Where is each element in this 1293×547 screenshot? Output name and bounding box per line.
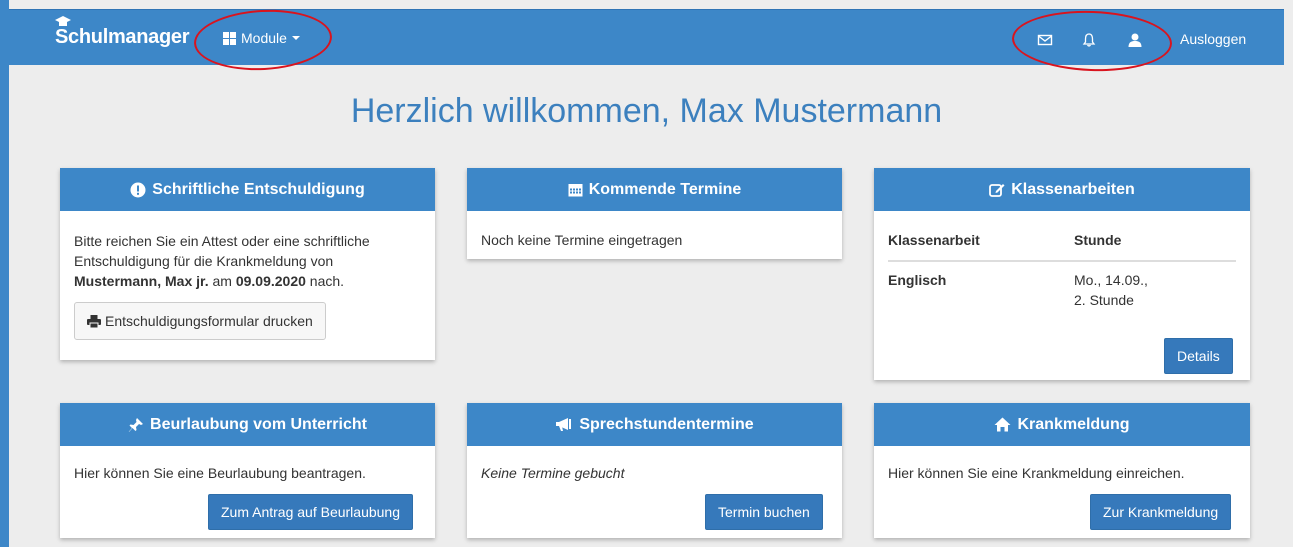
left-border [0, 0, 9, 547]
print-form-button[interactable]: Entschuldigungsformular drucken [74, 302, 326, 340]
card-body: Hier können Sie eine Krankmeldung einrei… [874, 446, 1250, 498]
bell-icon[interactable] [1081, 32, 1097, 48]
module-label: Module [241, 30, 287, 46]
megaphone-icon [556, 418, 572, 431]
card-klassenarbeiten: Klassenarbeiten Klassenarbeit Stunde Eng… [874, 168, 1250, 380]
top-navbar: Schulmanager Module Ausloggen [9, 9, 1284, 65]
table-row: Englisch Mo., 14.09., 2. Stunde [888, 261, 1236, 318]
card-title: Beurlaubung vom Unterricht [150, 415, 367, 433]
exam-time: Mo., 14.09., 2. Stunde [1074, 261, 1236, 318]
card-header: Beurlaubung vom Unterricht [60, 403, 435, 446]
card-title: Sprechstundentermine [579, 415, 754, 433]
exam-lesson: 2. Stunde [1074, 292, 1134, 308]
grid-icon [223, 31, 236, 45]
card-title: Krankmeldung [1017, 415, 1130, 433]
card-title: Schriftliche Entschuldigung [152, 180, 365, 198]
edit-icon [989, 183, 1005, 197]
entschuldigung-text-1: Bitte reichen Sie ein Attest oder eine s… [74, 233, 370, 269]
caret-down-icon [291, 36, 300, 40]
card-title: Klassenarbeiten [1011, 180, 1135, 198]
absence-date: 09.09.2020 [235, 273, 306, 289]
klassenarbeiten-table: Klassenarbeit Stunde Englisch Mo., 14.09… [888, 228, 1236, 318]
card-kommende-termine: Kommende Termine Noch keine Termine eing… [467, 168, 842, 259]
exam-date: Mo., 14.09., [1074, 272, 1148, 288]
beurlaubung-request-button[interactable]: Zum Antrag auf Beurlaubung [208, 494, 414, 530]
card-body: Hier können Sie eine Beurlaubung beantra… [60, 446, 435, 498]
print-form-label: Entschuldigungsformular drucken [105, 313, 313, 329]
printer-icon [87, 314, 101, 328]
logout-link[interactable]: Ausloggen [1180, 31, 1246, 47]
card-beurlaubung: Beurlaubung vom Unterricht Hier können S… [60, 403, 435, 538]
krankmeldung-button[interactable]: Zur Krankmeldung [1090, 494, 1232, 530]
card-body: Noch keine Termine eingetragen [467, 211, 842, 265]
card-krankmeldung: Krankmeldung Hier können Sie eine Krankm… [874, 403, 1250, 538]
exam-subject: Englisch [888, 272, 947, 288]
home-icon [994, 417, 1011, 432]
card-body: Keine Termine gebucht [467, 446, 842, 498]
card-header: Kommende Termine [467, 168, 842, 211]
brand-logo[interactable]: Schulmanager [55, 26, 190, 49]
card-body: Klassenarbeit Stunde Englisch Mo., 14.09… [874, 211, 1250, 333]
column-header-stunde: Stunde [1074, 228, 1236, 262]
entschuldigung-text-2: am [212, 273, 232, 289]
card-schriftliche-entschuldigung: Schriftliche Entschuldigung Bitte reiche… [60, 168, 435, 360]
card-header: Krankmeldung [874, 403, 1250, 446]
termine-text: Noch keine Termine eingetragen [481, 232, 683, 248]
krankmeldung-text: Hier können Sie eine Krankmeldung einrei… [888, 465, 1185, 481]
card-header: Schriftliche Entschuldigung [60, 168, 435, 211]
envelope-icon[interactable] [1037, 32, 1053, 48]
sprechstunden-text: Keine Termine gebucht [481, 465, 625, 481]
beurlaubung-text: Hier können Sie eine Beurlaubung beantra… [74, 465, 366, 481]
user-icon[interactable] [1127, 32, 1143, 48]
calendar-icon [568, 184, 583, 197]
card-body: Bitte reichen Sie ein Attest oder eine s… [60, 211, 435, 355]
student-name: Mustermann, Max jr. [74, 273, 209, 289]
column-header-klassenarbeit: Klassenarbeit [888, 228, 1074, 262]
entschuldigung-text: Bitte reichen Sie ein Attest oder eine s… [74, 231, 421, 291]
entschuldigung-text-3: nach. [309, 273, 345, 289]
card-title: Kommende Termine [588, 180, 742, 198]
card-sprechstundentermine: Sprechstundentermine Keine Termine gebuc… [467, 403, 842, 538]
exclamation-circle-icon [130, 182, 146, 197]
details-button[interactable]: Details [1164, 338, 1233, 374]
module-dropdown[interactable]: Module [223, 30, 300, 46]
card-header: Sprechstundentermine [467, 403, 842, 446]
book-appointment-button[interactable]: Termin buchen [705, 494, 823, 530]
pushpin-icon [128, 417, 144, 432]
card-header: Klassenarbeiten [874, 168, 1250, 211]
page-title: Herzlich willkommen, Max Mustermann [350, 92, 943, 130]
